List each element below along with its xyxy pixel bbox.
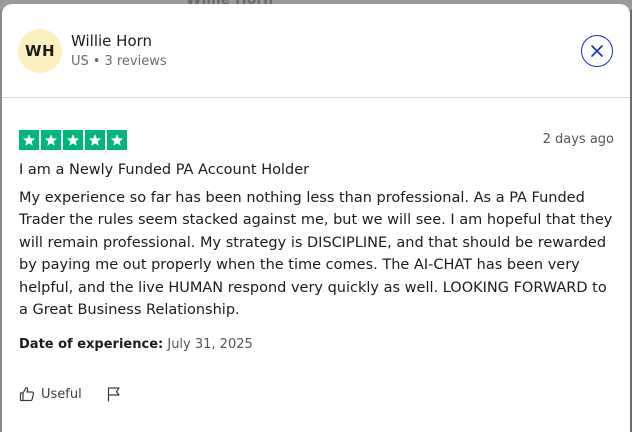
- experience-date: July 31, 2025: [167, 337, 253, 353]
- review-actions: Useful: [19, 386, 614, 402]
- star-icon: [85, 130, 105, 150]
- date-of-experience: Date of experience: July 31, 2025: [19, 337, 614, 352]
- review-date: 2 days ago: [542, 132, 614, 147]
- reviewer-country: US: [71, 54, 89, 69]
- star-icon: [107, 130, 127, 150]
- review-modal: WH Willie Horn US • 3 reviews 2 days ago I…: [2, 4, 630, 432]
- close-icon: [591, 45, 603, 57]
- report-button[interactable]: [106, 386, 122, 402]
- thumbs-up-icon: [19, 387, 35, 402]
- reviewer-header: WH Willie Horn US • 3 reviews: [2, 4, 630, 98]
- reviewer-meta: US • 3 reviews: [71, 54, 167, 69]
- review-body: My experience so far has been nothing le…: [19, 190, 613, 319]
- avatar: WH: [18, 28, 62, 73]
- star-icon: [41, 130, 61, 150]
- useful-button[interactable]: Useful: [19, 386, 82, 402]
- flag-icon: [107, 387, 120, 402]
- review-content: 2 days ago I am a Newly Funded PA Accoun…: [2, 98, 630, 402]
- star-icon: [63, 130, 83, 150]
- reviewer-name[interactable]: Willie Horn: [71, 32, 167, 50]
- experience-label: Date of experience:: [19, 337, 164, 353]
- meta-separator: •: [92, 54, 101, 69]
- reviewer-info: Willie Horn US • 3 reviews: [71, 32, 167, 69]
- star-rating: [19, 130, 614, 150]
- star-icon: [19, 130, 39, 150]
- useful-label: Useful: [41, 386, 82, 402]
- review-title: I am a Newly Funded PA Account Holder: [19, 162, 310, 178]
- close-button[interactable]: [581, 35, 613, 67]
- reviewer-review-count: 3 reviews: [104, 54, 167, 69]
